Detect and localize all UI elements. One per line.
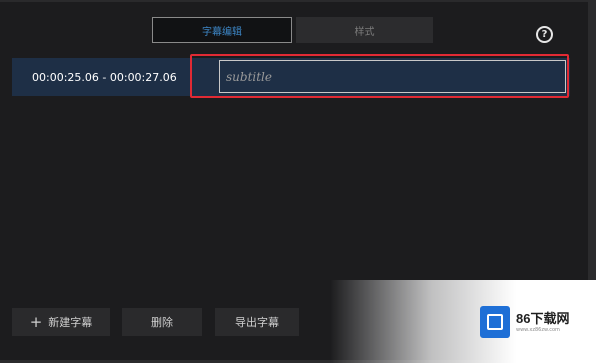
help-icon-glyph: ? bbox=[541, 29, 548, 40]
help-icon[interactable]: ? bbox=[536, 26, 553, 43]
cube-icon bbox=[480, 306, 510, 338]
delete-label: 删除 bbox=[151, 316, 173, 329]
new-subtitle-button[interactable]: + 新建字幕 bbox=[12, 308, 110, 336]
tab-style-label: 样式 bbox=[354, 26, 375, 38]
subtitle-time-range: 00:00:25.06 - 00:00:27.06 bbox=[32, 70, 177, 84]
window-top-border bbox=[0, 0, 596, 2]
export-subtitle-label: 导出字幕 bbox=[235, 316, 279, 329]
tab-subtitle-edit-label: 字幕编辑 bbox=[202, 26, 242, 38]
subtitle-text-input[interactable]: subtitle bbox=[219, 60, 566, 93]
watermark-name: 86下载网 bbox=[516, 310, 570, 326]
watermark-url: www.xz86zw.com bbox=[516, 326, 560, 333]
export-subtitle-button[interactable]: 导出字幕 bbox=[215, 308, 299, 336]
new-subtitle-label: 新建字幕 bbox=[48, 316, 93, 329]
watermark-logo: 86下载网 www.xz86zw.com bbox=[480, 302, 588, 342]
delete-button[interactable]: 删除 bbox=[122, 308, 202, 336]
subtitle-input-placeholder: subtitle bbox=[226, 69, 272, 84]
plus-icon: + bbox=[29, 313, 43, 331]
tab-style[interactable]: 样式 bbox=[296, 17, 433, 43]
tab-subtitle-edit[interactable]: 字幕编辑 bbox=[152, 17, 292, 43]
